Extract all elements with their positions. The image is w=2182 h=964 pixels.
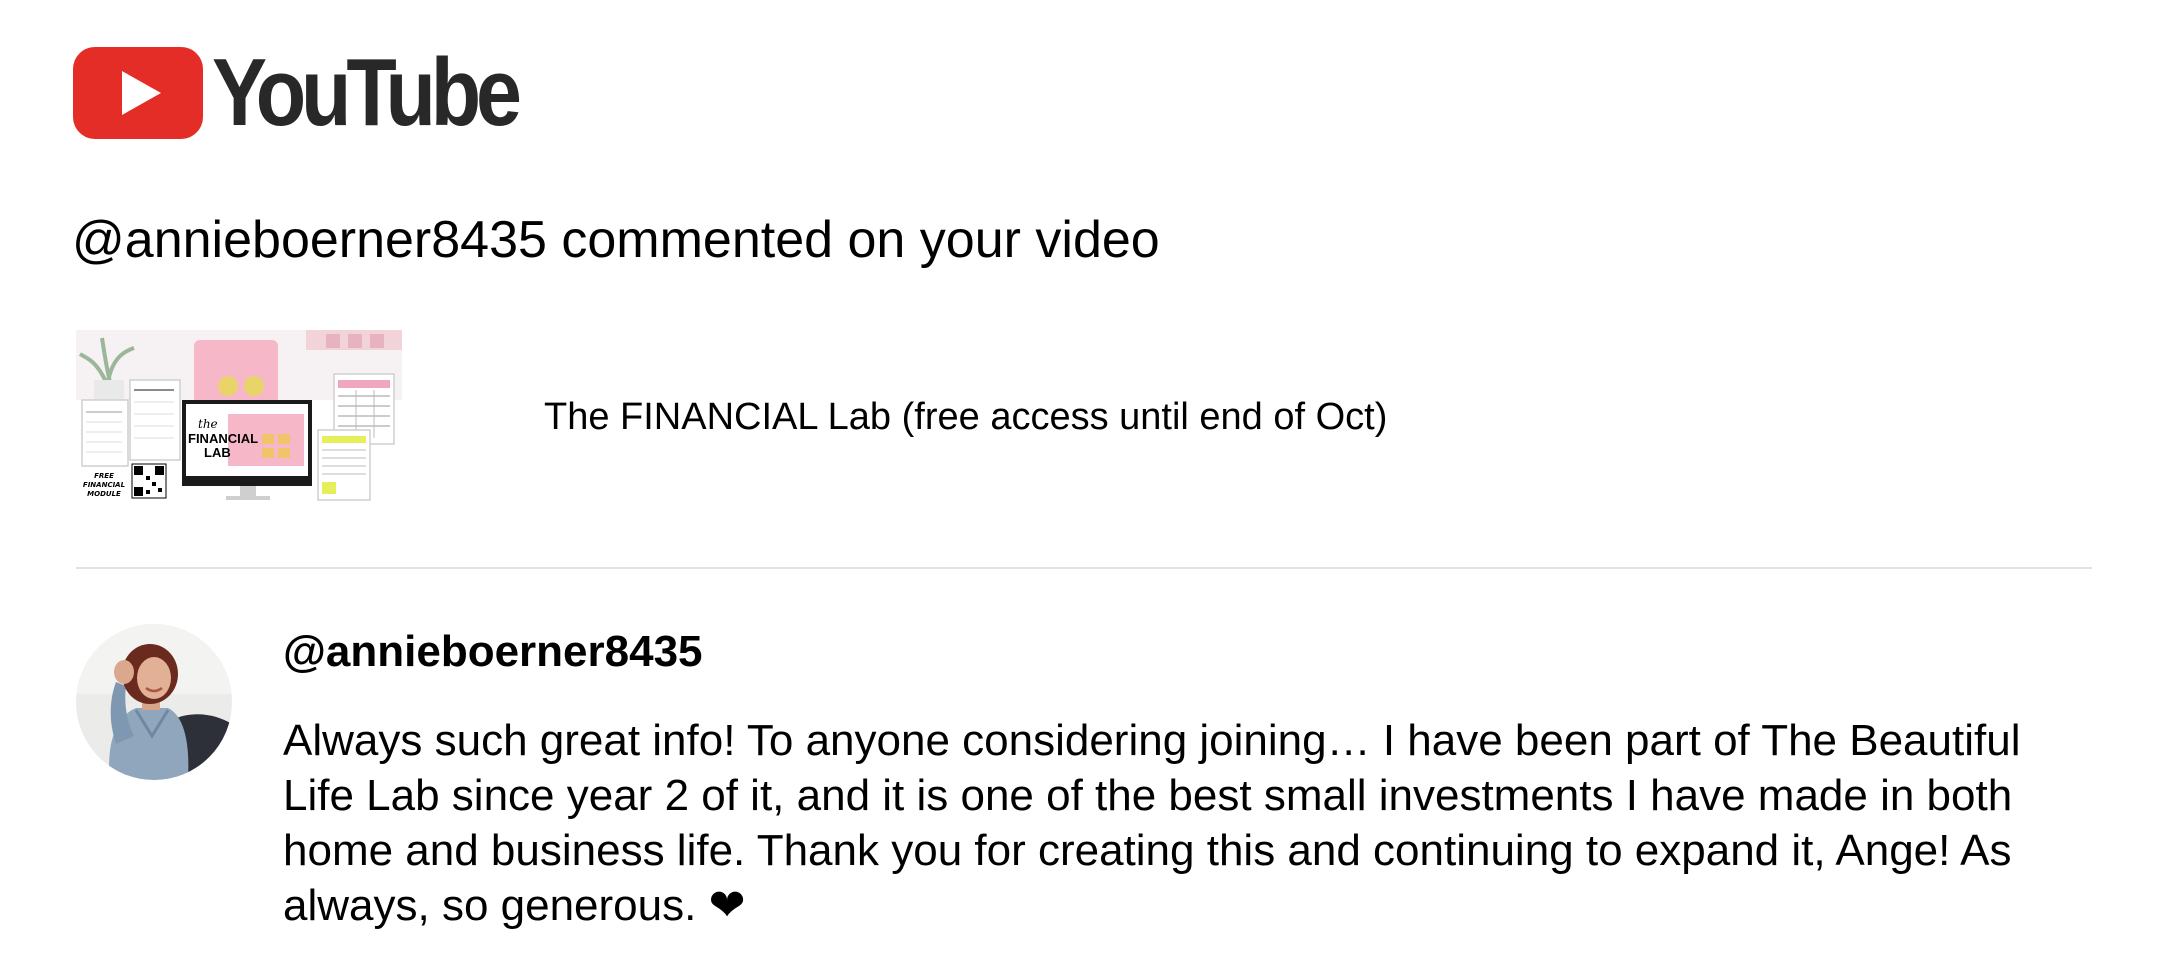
video-thumbnail[interactable]: the FINANCIAL LAB FREE FINANCIAL MODULE <box>76 330 402 504</box>
avatar-photo <box>76 624 232 780</box>
svg-text:the: the <box>198 417 218 431</box>
svg-text:FREE: FREE <box>94 472 114 480</box>
youtube-play-icon <box>73 47 203 139</box>
svg-text:MODULE: MODULE <box>87 490 121 498</box>
video-title-link[interactable]: The FINANCIAL Lab (free access until end… <box>544 393 1387 441</box>
svg-text:LAB: LAB <box>204 445 231 460</box>
video-card[interactable]: the FINANCIAL LAB FREE FINANCIAL MODULE <box>76 330 1387 504</box>
comment-author[interactable]: @annieboerner8435 <box>283 626 703 678</box>
youtube-wordmark: YouTube <box>212 39 522 146</box>
commenter-avatar[interactable] <box>76 624 232 780</box>
section-divider <box>76 567 2092 569</box>
comment-text: Always such great info! To anyone consid… <box>283 716 2021 930</box>
svg-text:FINANCIAL: FINANCIAL <box>188 431 258 446</box>
youtube-logo[interactable]: YouTube <box>73 44 566 142</box>
notification-headline: @annieboerner8435 commented on your vide… <box>72 211 1160 269</box>
svg-text:FINANCIAL: FINANCIAL <box>83 481 125 489</box>
